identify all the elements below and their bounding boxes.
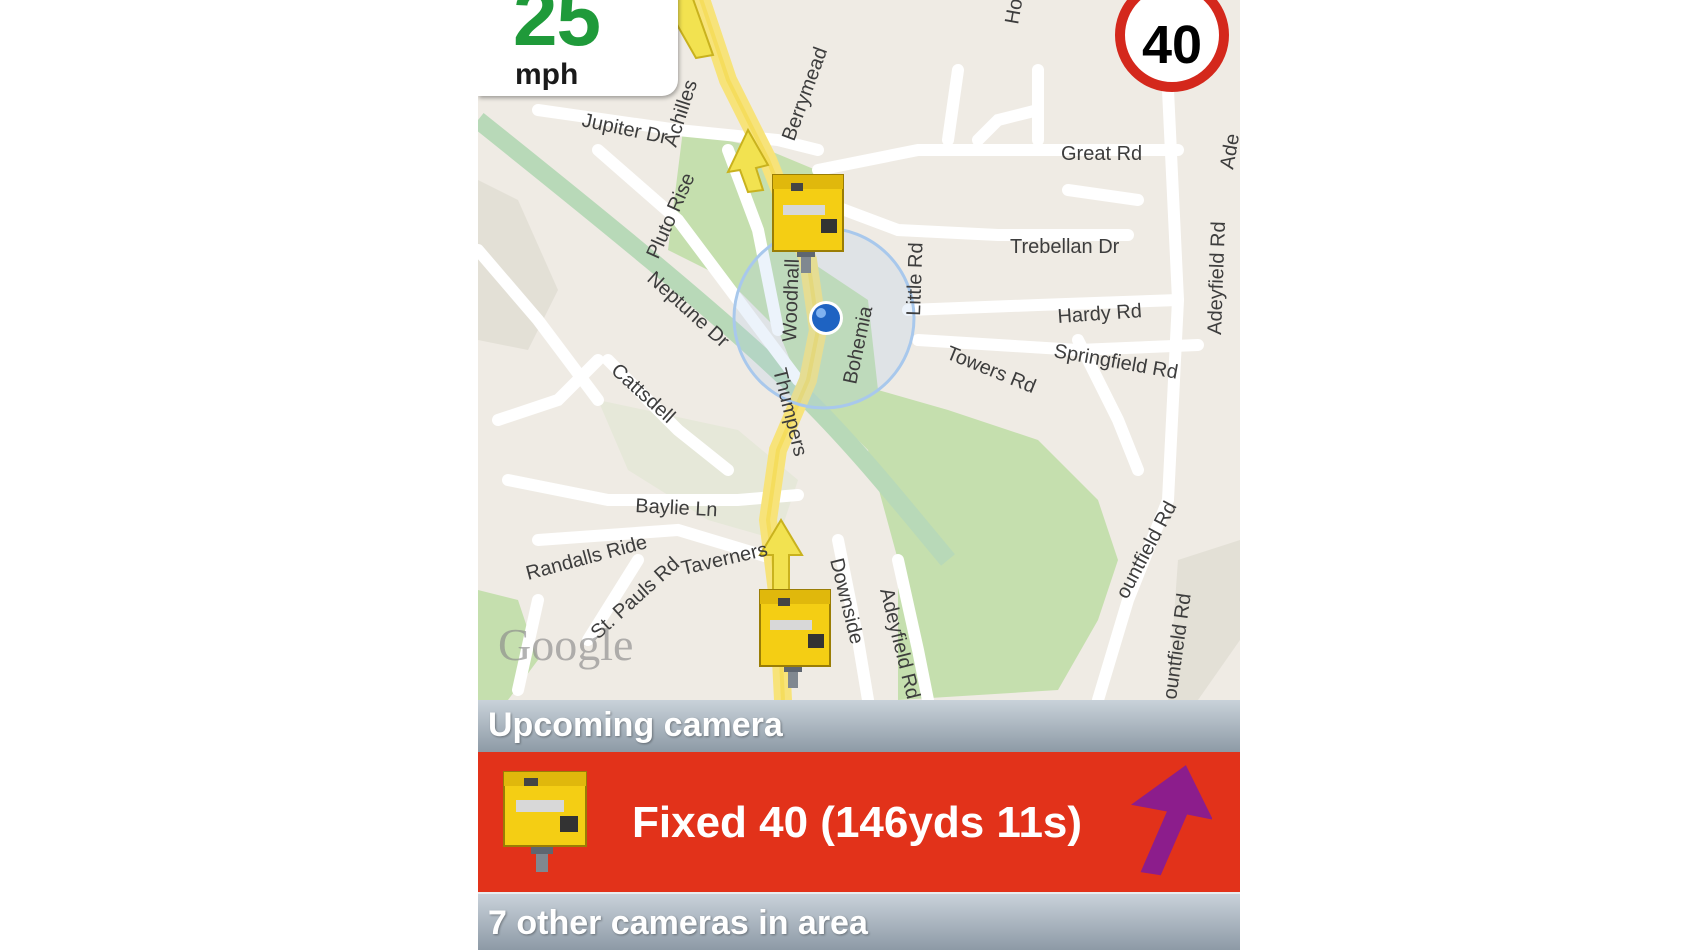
upcoming-camera-header: Upcoming camera [478, 700, 1240, 752]
other-cameras-label: 7 other cameras in area [488, 904, 868, 942]
map-canvas[interactable]: Jupiter Dr Achilles Berrymead Ho Great R… [478, 0, 1240, 700]
google-attribution: Google [498, 619, 633, 670]
current-speed-panel: 25 mph [478, 0, 678, 96]
current-speed-value: 25 [513, 0, 601, 62]
street-label: Little Rd [903, 242, 928, 316]
upcoming-camera-text: Fixed 40 (146yds 11s) [632, 798, 1083, 847]
street-label: Baylie Ln [635, 495, 718, 521]
street-label: Trebellan Dr [1010, 236, 1120, 258]
speed-unit-label: mph [515, 58, 579, 91]
other-cameras-bar[interactable]: 7 other cameras in area [478, 892, 1240, 950]
street-label: Woodhall [779, 258, 804, 342]
location-dot-icon [809, 301, 843, 335]
speed-limit-value: 40 [1141, 15, 1203, 75]
speed-camera-icon [503, 771, 587, 872]
street-label: Adeyfield Rd [1204, 221, 1230, 335]
map-view[interactable]: Jupiter Dr Achilles Berrymead Ho Great R… [478, 0, 1240, 700]
upcoming-camera-alert[interactable]: Fixed 40 (146yds 11s) [478, 752, 1240, 892]
direction-arrow-icon [1131, 765, 1212, 876]
street-label: Great Rd [1061, 143, 1142, 165]
app-screen: Jupiter Dr Achilles Berrymead Ho Great R… [478, 0, 1240, 950]
street-label: Ho [1001, 0, 1027, 26]
upcoming-camera-label: Upcoming camera [488, 706, 783, 744]
speed-limit-sign: 40 [1115, 0, 1229, 92]
